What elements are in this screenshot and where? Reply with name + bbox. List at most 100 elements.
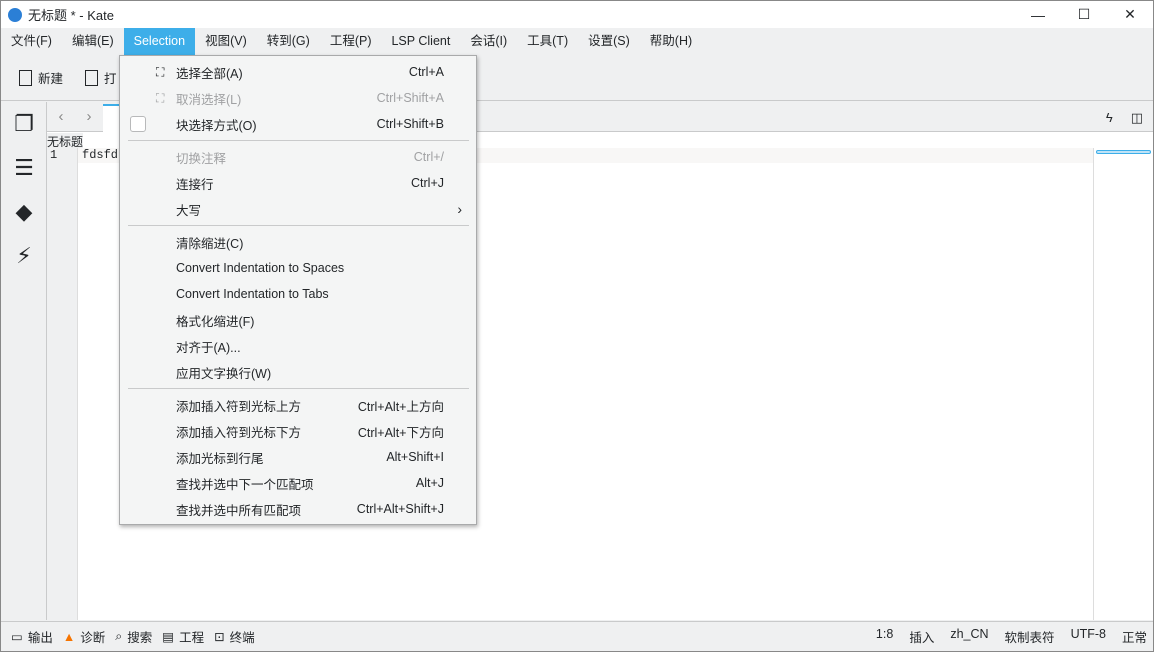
- output-label: 输出: [27, 631, 53, 645]
- menu-goto[interactable]: 转到(G): [257, 28, 320, 55]
- quick-open-icon[interactable]: ϟ: [1106, 110, 1113, 126]
- diagnostics-label: 诊断: [80, 631, 106, 645]
- menu-item[interactable]: 添加光标到行尾 Alt+Shift+I: [120, 444, 476, 470]
- indentation[interactable]: 软制表符: [1005, 627, 1055, 646]
- window-title: 无标题 * - Kate: [28, 8, 114, 23]
- minimize-button[interactable]: —: [1015, 1, 1061, 28]
- terminal-label: 终端: [229, 631, 255, 645]
- menu-item-label: 查找并选中下一个匹配项: [176, 477, 314, 492]
- menu-item-shortcut: Ctrl+J: [411, 176, 444, 190]
- menu-item-shortcut: Ctrl+A: [408, 65, 444, 79]
- menu-item-label: 块选择方式(O): [176, 118, 257, 133]
- project-button[interactable]: ▤ 工程: [162, 627, 204, 646]
- menu-item[interactable]: ⛶ 选择全部(A) Ctrl+A: [120, 59, 476, 85]
- selection-menu: ⛶ 选择全部(A) Ctrl+A ⛶ 取消选择(L) Ctrl+Shift+A 块选择方式(…: [119, 55, 477, 525]
- menu-project[interactable]: 工程(P): [320, 28, 382, 55]
- output-button[interactable]: ▭ 输出: [11, 627, 53, 646]
- menu-item-label: 添加插入符到光标下方: [176, 425, 302, 440]
- menu-item-shortcut: Alt+Shift+I: [386, 450, 444, 464]
- menu-item-label: 查找并选中所有匹配项: [176, 503, 302, 518]
- search-button[interactable]: ⌕ 搜索: [115, 627, 152, 646]
- block-selection-checkbox[interactable]: [130, 116, 146, 132]
- select-all-icon: ⛶: [156, 64, 165, 79]
- search-icon: ⌕: [115, 629, 123, 643]
- menu-item[interactable]: Convert Indentation to Tabs: [120, 281, 476, 307]
- menu-item-label: 格式化缩进(F): [176, 314, 255, 329]
- menu-item-label: 选择全部(A): [176, 66, 243, 81]
- menu-item[interactable]: 对齐于(A)...: [120, 333, 476, 359]
- project-icon: ▤: [162, 630, 175, 644]
- menu-item-label: 对齐于(A)...: [176, 340, 241, 355]
- menu-selection[interactable]: Selection: [123, 28, 196, 55]
- left-sidebar: ❐ ☰ ◆ ⚡: [1, 102, 47, 620]
- menu-settings[interactable]: 设置(S): [578, 28, 640, 55]
- new-button[interactable]: 新建: [19, 68, 63, 87]
- menu-item[interactable]: 大写 ›: [120, 196, 476, 222]
- menu-lsp-client[interactable]: LSP Client: [381, 28, 460, 55]
- menu-item-shortcut: Alt+J: [415, 476, 444, 490]
- kate-app-icon: [8, 7, 22, 22]
- menu-view[interactable]: 视图(V): [195, 28, 257, 55]
- menu-session[interactable]: 会话(I): [460, 28, 517, 55]
- status-bar: ▭ 输出 ▲ 诊断 ⌕ 搜索 ▤ 工程 ⊡ 终端 1:8 插入 zh_CN 软制表符 UT…: [1, 621, 1153, 651]
- maximize-button[interactable]: ☐: [1061, 1, 1107, 28]
- line-number: 1: [50, 148, 58, 162]
- git-icon[interactable]: ◆: [1, 190, 47, 234]
- submenu-arrow-icon: ›: [457, 201, 462, 217]
- menu-help[interactable]: 帮助(H): [640, 28, 702, 55]
- menu-item[interactable]: 应用文字换行(W): [120, 359, 476, 385]
- minimap-viewport[interactable]: [1096, 150, 1151, 154]
- terminal-icon: ⊡: [214, 630, 225, 644]
- menu-item[interactable]: 格式化缩进(F): [120, 307, 476, 333]
- menu-item[interactable]: 添加插入符到光标上方 Ctrl+Alt+上方向: [120, 392, 476, 418]
- input-mode[interactable]: 正常: [1122, 627, 1147, 646]
- menu-item: 切换注释 Ctrl+/: [120, 144, 476, 170]
- line-number-gutter: 1: [47, 148, 78, 620]
- new-label: 新建: [38, 72, 64, 86]
- menu-item-label: 应用文字换行(W): [176, 366, 272, 381]
- menu-item[interactable]: 添加插入符到光标下方 Ctrl+Alt+下方向: [120, 418, 476, 444]
- menu-edit[interactable]: 编辑(E): [62, 28, 124, 55]
- language[interactable]: zh_CN: [950, 627, 988, 646]
- project-label: 工程: [179, 631, 205, 645]
- minimap-scrollbar[interactable]: [1093, 148, 1153, 620]
- output-icon: ▭: [11, 630, 23, 644]
- menu-tools[interactable]: 工具(T): [517, 28, 578, 55]
- insert-mode[interactable]: 插入: [909, 627, 934, 646]
- menu-item-shortcut: Ctrl+Alt+Shift+J: [356, 502, 444, 516]
- menu-item-shortcut: Ctrl+Alt+下方向: [357, 425, 444, 440]
- open-document-icon: [85, 69, 99, 86]
- split-view-icon[interactable]: ◫: [1131, 110, 1143, 126]
- menu-item[interactable]: 连接行 Ctrl+J: [120, 170, 476, 196]
- encoding[interactable]: UTF-8: [1071, 627, 1106, 646]
- close-button[interactable]: ✕: [1107, 1, 1153, 28]
- menu-item-shortcut: Ctrl+Shift+B: [376, 117, 444, 131]
- back-icon[interactable]: ‹: [47, 108, 75, 125]
- symbols-list-icon[interactable]: ☰: [1, 146, 47, 190]
- terminal-button[interactable]: ⊡ 终端: [214, 627, 255, 646]
- menu-item-label: 取消选择(L): [176, 92, 242, 107]
- menu-item-label: Convert Indentation to Tabs: [176, 287, 329, 301]
- title-bar: 无标题 * - Kate — ☐ ✕: [1, 1, 1153, 28]
- menu-file[interactable]: 文件(F): [1, 28, 62, 55]
- menu-item-label: 大写: [176, 203, 202, 218]
- menu-item-label: 添加插入符到光标上方: [176, 399, 302, 414]
- menu-item-shortcut: Ctrl+/: [413, 150, 444, 164]
- menu-separator: [128, 140, 469, 141]
- new-document-icon: [19, 69, 32, 86]
- project-tree-icon[interactable]: ⚡: [1, 234, 47, 278]
- menu-separator: [128, 388, 469, 389]
- open-label: 打: [104, 72, 117, 86]
- diagnostics-button[interactable]: ▲ 诊断: [63, 627, 105, 646]
- forward-icon[interactable]: ›: [75, 108, 103, 125]
- documents-icon[interactable]: ❐: [1, 102, 47, 146]
- menu-item[interactable]: 查找并选中所有匹配项 Ctrl+Alt+Shift+J: [120, 496, 476, 522]
- menu-item[interactable]: 清除缩进(C): [120, 229, 476, 255]
- menu-bar: 文件(F) 编辑(E) Selection 视图(V) 转到(G) 工程(P) …: [1, 28, 1153, 55]
- menu-item[interactable]: 查找并选中下一个匹配项 Alt+J: [120, 470, 476, 496]
- open-button[interactable]: 打: [85, 68, 117, 87]
- cursor-position[interactable]: 1:8: [876, 627, 893, 646]
- menu-item[interactable]: Convert Indentation to Spaces: [120, 255, 476, 281]
- menu-item[interactable]: 块选择方式(O) Ctrl+Shift+B: [120, 111, 476, 137]
- menu-item-label: 切换注释: [176, 151, 227, 166]
